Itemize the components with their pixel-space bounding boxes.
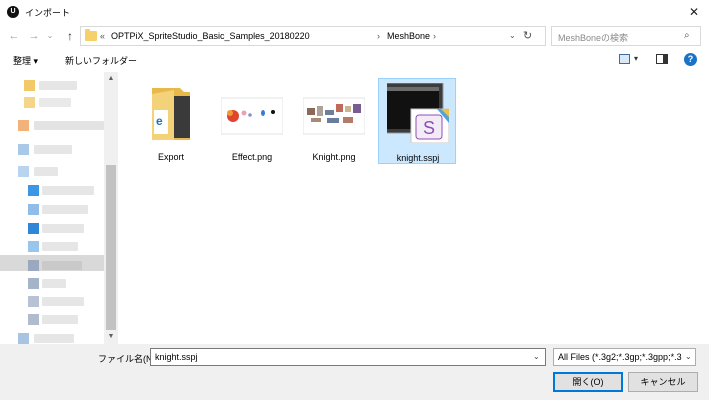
- chevron-down-icon[interactable]: ⌄: [533, 352, 540, 361]
- svg-text:S: S: [423, 118, 435, 138]
- file-name: knight.sspj: [396, 153, 440, 163]
- file-type-select[interactable]: All Files (*.3g2;*.3gp;*.3gpp;*.3g ⌄: [553, 348, 696, 366]
- chevron-right-icon[interactable]: ›: [377, 31, 380, 41]
- organize-menu-button[interactable]: 整理 ▾: [13, 54, 38, 67]
- file-list-pane: e Export Effect.png Knight.png S knight.…: [118, 72, 709, 344]
- dialog-footer: ファイル名(N): knight.sspj ⌄ All Files (*.3g2…: [0, 344, 709, 400]
- search-icon: ⌕: [684, 30, 690, 41]
- nav-tree-item[interactable]: [26, 312, 102, 326]
- filename-value[interactable]: knight.sspj: [155, 352, 198, 362]
- file-item-knight-png[interactable]: Knight.png: [295, 78, 373, 164]
- close-icon: ✕: [688, 5, 700, 19]
- up-button[interactable]: ↑: [63, 29, 77, 43]
- image-thumbnail: [221, 97, 283, 135]
- back-button[interactable]: ←: [7, 29, 21, 43]
- preview-pane-icon[interactable]: [656, 54, 668, 64]
- window-title: インポート: [25, 8, 71, 18]
- folder-icon: e: [152, 88, 190, 140]
- drive-icon: [28, 241, 39, 252]
- scroll-up-icon[interactable]: ▲: [104, 72, 118, 86]
- search-box[interactable]: MeshBoneの検索 ⌕: [551, 26, 701, 46]
- help-icon[interactable]: ?: [684, 53, 697, 66]
- nav-pane-scrollbar[interactable]: ▲ ▼: [104, 72, 118, 344]
- folder-icon: [24, 80, 35, 91]
- close-button[interactable]: ✕: [685, 4, 703, 20]
- address-dropdown-button[interactable]: ⌄: [509, 31, 516, 40]
- nav-tree-item[interactable]: [20, 78, 80, 92]
- folder-icon: [18, 120, 29, 131]
- breadcrumb-segment[interactable]: OPTPiX_SpriteStudio_Basic_Samples_201802…: [111, 31, 310, 41]
- nav-tree-item[interactable]: [20, 95, 80, 109]
- breadcrumb-segment[interactable]: MeshBone: [387, 31, 430, 41]
- nav-tree-item[interactable]: [26, 183, 102, 197]
- recent-locations-button[interactable]: ⌄: [45, 29, 55, 43]
- file-item-effect-png[interactable]: Effect.png: [213, 78, 291, 164]
- file-name: Knight.png: [312, 152, 356, 162]
- nav-tree-item[interactable]: [26, 202, 102, 216]
- drive-icon: [28, 314, 39, 325]
- image-thumbnail: [303, 97, 365, 135]
- arrow-left-icon: ←: [8, 30, 20, 42]
- drive-icon: [28, 278, 39, 289]
- unreal-app-icon: U: [7, 6, 19, 18]
- drive-icon: [28, 223, 39, 234]
- nav-tree-item[interactable]: [18, 331, 90, 345]
- network-icon: [18, 333, 29, 344]
- arrow-up-icon: ↑: [67, 29, 73, 43]
- navigation-bar: ← → ⌄ ↑ « OPTPiX_SpriteStudio_Basic_Samp…: [0, 24, 709, 48]
- nav-tree-item[interactable]: [26, 294, 102, 308]
- drive-icon: [28, 296, 39, 307]
- navigation-pane: ▲ ▼: [0, 72, 118, 344]
- command-bar: 整理 ▾ 新しいフォルダー ▾ ?: [0, 48, 709, 72]
- view-options-dropdown[interactable]: ▾: [634, 54, 638, 63]
- chevron-down-icon[interactable]: ⌄: [685, 352, 692, 361]
- arrow-right-icon: →: [28, 30, 40, 42]
- nav-tree-item[interactable]: [18, 142, 80, 156]
- nav-tree-item[interactable]: [26, 258, 102, 272]
- title-bar: U インポート ✕: [0, 0, 709, 24]
- file-item-knight-sspj[interactable]: S knight.sspj: [378, 78, 456, 164]
- open-button[interactable]: 開く(O): [553, 372, 623, 392]
- nav-tree-item[interactable]: [26, 276, 102, 290]
- nav-tree-item[interactable]: [26, 221, 102, 235]
- nav-tree-item[interactable]: [26, 239, 102, 253]
- filename-label: ファイル名(N):: [98, 354, 158, 364]
- drive-icon: [28, 204, 39, 215]
- change-view-icon[interactable]: [619, 54, 630, 64]
- file-name: Export: [157, 152, 184, 162]
- path-overflow-chevron[interactable]: «: [100, 31, 105, 41]
- refresh-icon[interactable]: ↻: [523, 29, 532, 42]
- cancel-button[interactable]: キャンセル: [628, 372, 698, 392]
- filename-input[interactable]: knight.sspj ⌄: [150, 348, 546, 366]
- address-bar[interactable]: « OPTPiX_SpriteStudio_Basic_Samples_2018…: [80, 26, 546, 46]
- search-input[interactable]: MeshBoneの検索: [558, 31, 628, 44]
- chevron-right-icon[interactable]: ›: [433, 31, 436, 41]
- sprite-studio-project-icon: S: [387, 83, 449, 143]
- file-name: Effect.png: [231, 152, 273, 162]
- forward-button[interactable]: →: [27, 29, 41, 43]
- drive-icon: [28, 185, 39, 196]
- chevron-down-icon: ⌄: [46, 31, 54, 40]
- scrollbar-thumb[interactable]: [106, 165, 116, 330]
- nav-tree-item[interactable]: [18, 164, 80, 178]
- file-item-export[interactable]: e Export: [132, 78, 210, 164]
- nav-tree-item[interactable]: [18, 118, 104, 132]
- file-type-value[interactable]: All Files (*.3g2;*.3gp;*.3gpp;*.3g: [558, 352, 682, 362]
- drive-icon: [18, 144, 29, 155]
- svg-text:e: e: [156, 114, 163, 128]
- scroll-down-icon[interactable]: ▼: [104, 330, 118, 344]
- folder-icon: [24, 97, 35, 108]
- drive-icon: [28, 260, 39, 271]
- folder-icon: [85, 29, 97, 41]
- new-folder-button[interactable]: 新しいフォルダー: [65, 54, 137, 67]
- drive-icon: [18, 166, 29, 177]
